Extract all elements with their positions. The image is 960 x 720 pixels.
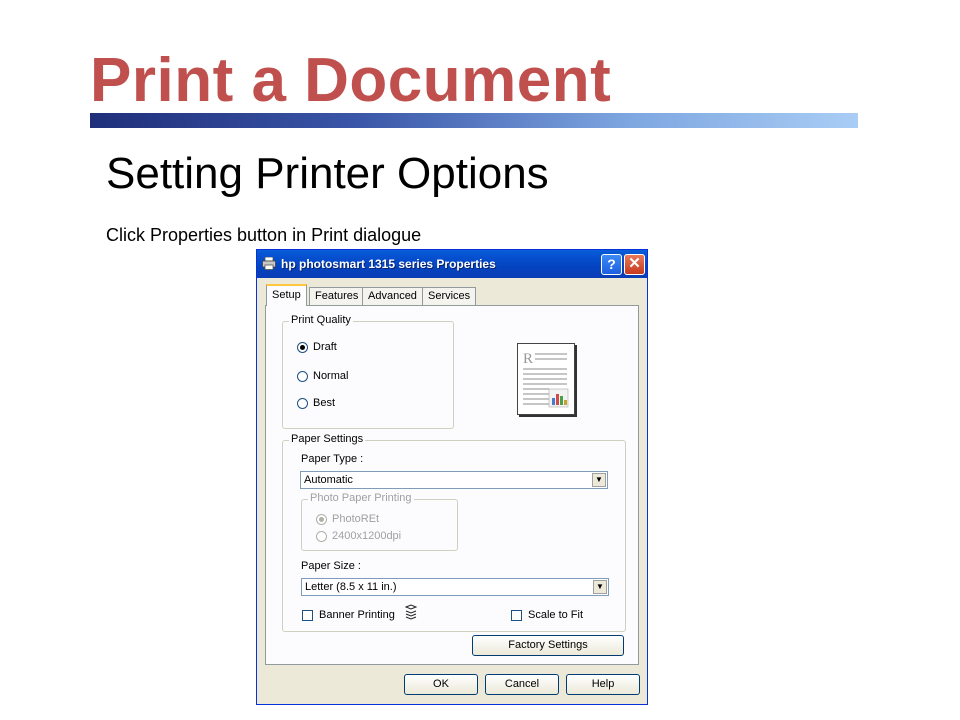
photoret-label: PhotoREt: [332, 513, 380, 525]
paper-size-value: Letter (8.5 x 11 in.): [305, 581, 397, 593]
tab-advanced[interactable]: Advanced: [362, 287, 423, 305]
slide-title: Print a Document: [90, 46, 612, 115]
close-button[interactable]: ✕: [624, 254, 645, 275]
paper-type-select[interactable]: Automatic ▼: [300, 471, 608, 489]
normal-label: Normal: [313, 370, 349, 382]
best-label: Best: [313, 397, 336, 409]
printer-properties-dialog: hp photosmart 1315 series Properties ? ✕…: [256, 249, 648, 705]
paper-settings-group: Paper Settings Paper Type : Automatic ▼ …: [282, 433, 626, 632]
instruction-text: Click Properties button in Print dialogu…: [106, 225, 422, 245]
paper-settings-legend: Paper Settings: [289, 433, 366, 445]
best-radio[interactable]: [297, 398, 308, 409]
dpi-2400-label: 2400x1200dpi: [332, 530, 402, 542]
title-rule: [90, 113, 858, 128]
stacked-pages-icon: [404, 604, 418, 620]
paper-type-label: Paper Type :: [301, 453, 364, 465]
photo-paper-printing-legend: Photo Paper Printing: [308, 492, 414, 504]
tab-services[interactable]: Services: [422, 287, 477, 305]
scale-to-fit-label: Scale to Fit: [528, 609, 584, 621]
scale-to-fit-checkbox[interactable]: [511, 610, 522, 621]
slide-subtitle: Setting Printer Options: [106, 149, 549, 198]
dialog-title: hp photosmart 1315 series Properties: [281, 257, 496, 271]
normal-radio[interactable]: [297, 371, 308, 382]
setup-tab-panel: Print Quality Draft Normal Best R Paper …: [265, 305, 639, 665]
chevron-down-icon[interactable]: ▼: [593, 580, 607, 594]
print-quality-group: Print Quality Draft Normal Best: [282, 314, 454, 429]
paper-size-label: Paper Size :: [301, 560, 361, 572]
help-titlebar-button[interactable]: ?: [601, 254, 622, 275]
tab-setup[interactable]: Setup: [266, 284, 307, 306]
printer-icon: [262, 257, 276, 270]
photo-paper-printing-group: Photo Paper Printing PhotoREt 2400x1200d…: [301, 492, 458, 551]
photoret-radio[interactable]: [316, 514, 327, 525]
ok-button[interactable]: OK: [404, 674, 478, 695]
chevron-down-icon[interactable]: ▼: [592, 473, 606, 487]
svg-text:R: R: [523, 351, 533, 367]
dialog-titlebar[interactable]: hp photosmart 1315 series Properties ? ✕: [257, 250, 647, 278]
banner-printing-label: Banner Printing: [319, 609, 395, 621]
draft-radio[interactable]: [297, 342, 308, 353]
page-preview-icon: R: [517, 343, 575, 415]
print-quality-legend: Print Quality: [289, 314, 353, 326]
tab-features[interactable]: Features: [309, 287, 365, 305]
cancel-button[interactable]: Cancel: [485, 674, 559, 695]
paper-size-select[interactable]: Letter (8.5 x 11 in.) ▼: [301, 578, 609, 596]
draft-label: Draft: [313, 341, 337, 353]
paper-type-value: Automatic: [304, 474, 353, 486]
dpi-2400-radio[interactable]: [316, 531, 327, 542]
factory-settings-button[interactable]: Factory Settings: [472, 635, 624, 656]
help-button[interactable]: Help: [566, 674, 640, 695]
banner-printing-checkbox[interactable]: [302, 610, 313, 621]
